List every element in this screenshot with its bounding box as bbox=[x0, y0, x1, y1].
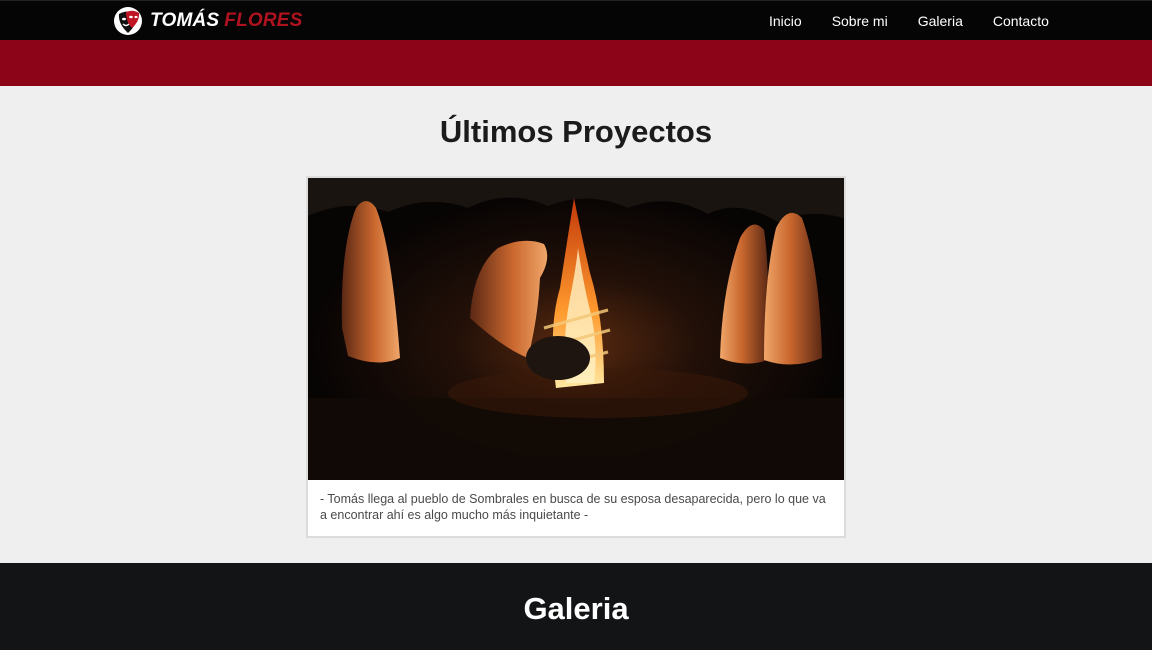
gallery-section: Galeria bbox=[0, 563, 1152, 650]
gallery-title: Galeria bbox=[523, 591, 629, 626]
brand-name: TOMÁS FLORES bbox=[150, 10, 303, 32]
projects-title: Últimos Proyectos bbox=[439, 114, 713, 149]
main-nav: Inicio Sobre mi Galeria Contacto bbox=[769, 13, 1079, 29]
brand-first-name: TOMÁS bbox=[150, 10, 220, 31]
project-caption: - Tomás llega al pueblo de Sombrales en … bbox=[320, 492, 826, 522]
project-image bbox=[308, 178, 844, 480]
hero-red-band bbox=[0, 40, 1152, 86]
brand-last-name: FLORES bbox=[224, 10, 303, 31]
nav-link-contacto[interactable]: Contacto bbox=[993, 13, 1049, 29]
brand-logo-link[interactable]: TOMÁS FLORES bbox=[113, 6, 303, 36]
nav-link-galeria[interactable]: Galeria bbox=[918, 13, 963, 29]
nav-link-inicio[interactable]: Inicio bbox=[769, 13, 802, 29]
projects-section: Últimos Proyectos - Tomás llega al puebl… bbox=[0, 86, 1152, 563]
nav-link-sobre-mi[interactable]: Sobre mi bbox=[832, 13, 888, 29]
theater-masks-icon bbox=[114, 7, 142, 35]
project-card[interactable]: - Tomás llega al pueblo de Sombrales en … bbox=[306, 176, 846, 538]
navbar: TOMÁS FLORES Inicio Sobre mi Galeria Cont… bbox=[0, 0, 1152, 40]
